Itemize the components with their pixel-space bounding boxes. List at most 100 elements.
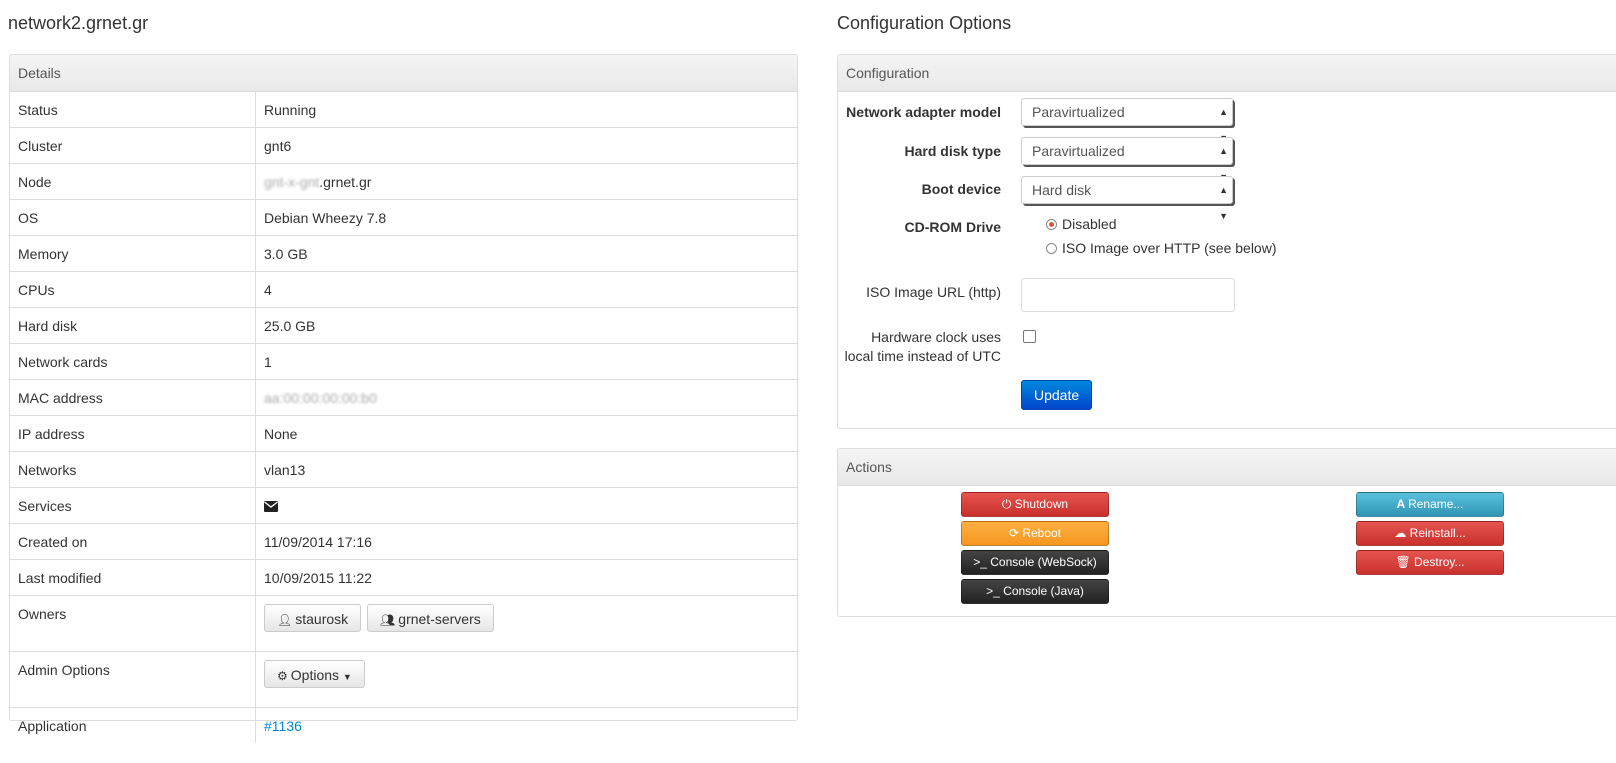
power-icon: ⏻︎ [1001,497,1015,511]
table-row: Memory 3.0 GB [10,235,797,272]
ip-value: None [255,415,797,452]
details-table: Status Running Cluster gnt6 Node gnt-x-g… [10,92,797,743]
destroy-button[interactable]: 🗑︎ Destroy... [1356,550,1504,575]
user-icon: 👤︎ [277,613,293,627]
table-row: Services [10,487,797,524]
radio-checked[interactable] [1046,218,1057,230]
cdrom-option-disabled[interactable]: Disabled [1046,216,1116,232]
config-title: Configuration Options [837,13,1012,33]
services-value [255,487,797,524]
row-key: Hard disk [10,307,256,344]
disk-label: Hard disk type [904,143,1001,159]
options-label: Options [290,667,340,683]
table-row: Application #1136 [10,707,797,743]
owners-value: 👤︎ staurosk 👥︎ grnet-servers [255,595,797,652]
mac-value: aa:00:00:00:00:b0 [255,379,797,416]
gear-icon: ⚙ [277,669,288,683]
owner-group-button[interactable]: 👥︎ grnet-servers [367,604,494,632]
row-key: OS [10,199,256,236]
cloud-download-icon: ☁ [1394,526,1410,540]
details-panel: Details Status Running Cluster gnt6 Node… [9,54,798,743]
hwclock-checkbox[interactable] [1023,330,1036,343]
table-row: IP address None [10,415,797,452]
table-row: MAC address aa:00:00:00:00:b0 [10,379,797,416]
actions-heading: Actions [838,449,1616,486]
cdrom-option-disabled-label: Disabled [1062,216,1117,232]
status-value: Running [264,101,317,118]
radio-unchecked[interactable] [1046,242,1057,254]
application-link[interactable]: #1136 [264,718,302,734]
cluster-value: gnt6 [255,127,797,164]
owner-user-button[interactable]: 👤︎ staurosk [264,604,362,632]
disk-select-value: Paravirtualized [1032,143,1125,159]
disk-row: Hard disk type Paravirtualized▲▼ [838,137,1616,182]
row-key: MAC address [10,379,256,416]
select-caret-icon: ▲▼ [1219,185,1228,221]
console-websock-button[interactable]: >_ Console (WebSock) [961,550,1109,575]
trash-icon: 🗑︎ [1395,555,1415,569]
cdrom-option-iso-label: ISO Image over HTTP (see below) [1062,240,1277,256]
reboot-button[interactable]: ⟳ Reboot [961,521,1109,546]
row-key: Application [10,707,256,743]
cpus-value: 4 [255,271,797,308]
table-row: Owners 👤︎ staurosk 👥︎ grnet-servers [10,595,797,652]
modified-value: 10/09/2015 11:22 [255,559,797,596]
config-panel: Configuration Network adapter model Para… [837,54,1616,429]
rename-button[interactable]: A Rename... [1356,492,1504,517]
row-key: Admin Options [10,651,256,708]
admin-value: ⚙ Options ▼ [255,651,797,708]
iso-url-input[interactable] [1021,278,1235,312]
networks-value: vlan13 [255,451,797,488]
actions-panel: Actions ⏻︎ Shutdown ⟳ Reboot >_ Console … [837,448,1616,617]
disk-select[interactable]: Paravirtualized▲▼ [1021,137,1233,182]
table-row: Network cards 1 [10,343,797,380]
row-key: Network cards [10,343,256,380]
refresh-icon: ⟳ [1008,526,1023,540]
shutdown-button[interactable]: ⏻︎ Shutdown [961,492,1109,517]
application-value: #1136 [255,707,797,743]
cdrom-option-iso[interactable]: ISO Image over HTTP (see below) [1046,240,1276,256]
row-key: Created on [10,523,256,560]
options-dropdown-button[interactable]: ⚙ Options ▼ [264,660,365,688]
envelope-icon[interactable] [264,501,278,513]
cdrom-label: CD-ROM Drive [904,219,1001,235]
console-java-button[interactable]: >_ Console (Java) [961,579,1109,604]
font-icon: A [1396,497,1409,511]
details-heading: Details [10,55,797,92]
table-row: Status Running [10,92,797,128]
hwclock-label-line2: local time instead of UTC [844,348,1001,364]
hard-disk-value: 25.0 GB [255,307,797,344]
boot-select[interactable]: Hard disk ▲ ▼ [1021,176,1233,221]
row-key: CPUs [10,271,256,308]
reinstall-label: Reinstall... [1409,526,1466,540]
row-key: IP address [10,415,256,452]
created-value: 11/09/2014 17:16 [255,523,797,560]
nic-select[interactable]: Paravirtualized▲▼ [1021,98,1233,143]
table-row: Admin Options ⚙ Options ▼ [10,651,797,708]
row-key: Memory [10,235,256,272]
group-icon: 👥︎ [380,613,396,627]
boot-row: Boot device Hard disk ▲ ▼ [838,176,1616,221]
node-domain: .grnet.gr [319,173,372,190]
config-heading: Configuration [838,55,1616,92]
owner-group-label: grnet-servers [398,611,481,627]
owner-user-label: staurosk [295,611,349,627]
update-button[interactable]: Update [1021,380,1093,410]
table-row: Node gnt-x-gnt.grnet.gr [10,163,797,200]
hwclock-label: Hardware clock uses local time instead of… [838,328,1001,366]
node-blurred: gnt-x-gnt [264,173,320,190]
destroy-label: Destroy... [1414,555,1465,569]
boot-select-value: Hard disk [1032,182,1092,198]
hwclock-label-line1: Hardware clock uses [871,329,1001,345]
nic-row: Network adapter model Paravirtualized▲▼ [838,98,1616,143]
table-row: Hard disk 25.0 GB [10,307,797,344]
row-key: Status [10,92,256,128]
row-key: Networks [10,451,256,488]
nic-label: Network adapter model [846,104,1001,120]
table-row: Created on 11/09/2014 17:16 [10,523,797,560]
reinstall-button[interactable]: ☁ Reinstall... [1356,521,1504,546]
table-row: Networks vlan13 [10,451,797,488]
memory-value: 3.0 GB [255,235,797,272]
table-row: OS Debian Wheezy 7.8 [10,199,797,236]
caret-down-icon: ▼ [342,672,352,682]
